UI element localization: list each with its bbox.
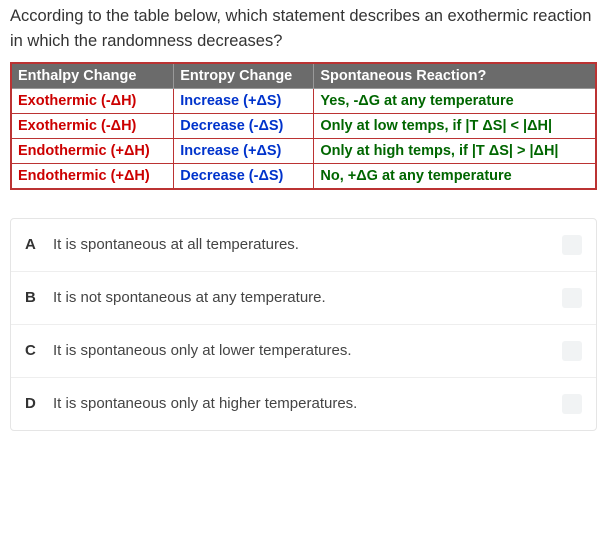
cell-entropy: Increase (+ΔS)	[174, 88, 314, 113]
option-text: It is spontaneous at all temperatures.	[53, 236, 552, 253]
cell-entropy: Increase (+ΔS)	[174, 138, 314, 163]
option-checkbox[interactable]	[562, 341, 582, 361]
option-text: It is spontaneous only at higher tempera…	[53, 395, 552, 412]
cell-entropy: Decrease (-ΔS)	[174, 113, 314, 138]
cell-spont: Only at low temps, if |T ΔS| < |ΔH|	[314, 113, 596, 138]
table-header-enthalpy: Enthalpy Change	[11, 63, 174, 89]
cell-spont: Yes, -ΔG at any temperature	[314, 88, 596, 113]
option-text: It is not spontaneous at any temperature…	[53, 289, 552, 306]
table-header-spontaneous: Spontaneous Reaction?	[314, 63, 596, 89]
thermo-table: Enthalpy Change Entropy Change Spontaneo…	[10, 62, 597, 190]
option-text: It is spontaneous only at lower temperat…	[53, 342, 552, 359]
option-letter: B	[25, 289, 53, 306]
option-c[interactable]: C It is spontaneous only at lower temper…	[11, 325, 596, 378]
cell-enthalpy: Exothermic (-ΔH)	[11, 88, 174, 113]
cell-enthalpy: Exothermic (-ΔH)	[11, 113, 174, 138]
option-letter: A	[25, 236, 53, 253]
option-b[interactable]: B It is not spontaneous at any temperatu…	[11, 272, 596, 325]
table-row: Endothermic (+ΔH) Decrease (-ΔS) No, +ΔG…	[11, 163, 596, 189]
cell-enthalpy: Endothermic (+ΔH)	[11, 163, 174, 189]
cell-entropy: Decrease (-ΔS)	[174, 163, 314, 189]
table-row: Exothermic (-ΔH) Decrease (-ΔS) Only at …	[11, 113, 596, 138]
question-text: According to the table below, which stat…	[10, 4, 597, 54]
option-letter: C	[25, 342, 53, 359]
table-row: Endothermic (+ΔH) Increase (+ΔS) Only at…	[11, 138, 596, 163]
table-row: Exothermic (-ΔH) Increase (+ΔS) Yes, -ΔG…	[11, 88, 596, 113]
option-letter: D	[25, 395, 53, 412]
option-checkbox[interactable]	[562, 394, 582, 414]
option-d[interactable]: D It is spontaneous only at higher tempe…	[11, 378, 596, 430]
table-header-entropy: Entropy Change	[174, 63, 314, 89]
cell-spont: No, +ΔG at any temperature	[314, 163, 596, 189]
option-checkbox[interactable]	[562, 235, 582, 255]
answer-options: A It is spontaneous at all temperatures.…	[10, 218, 597, 431]
cell-enthalpy: Endothermic (+ΔH)	[11, 138, 174, 163]
option-a[interactable]: A It is spontaneous at all temperatures.	[11, 219, 596, 272]
cell-spont: Only at high temps, if |T ΔS| > |ΔH|	[314, 138, 596, 163]
option-checkbox[interactable]	[562, 288, 582, 308]
